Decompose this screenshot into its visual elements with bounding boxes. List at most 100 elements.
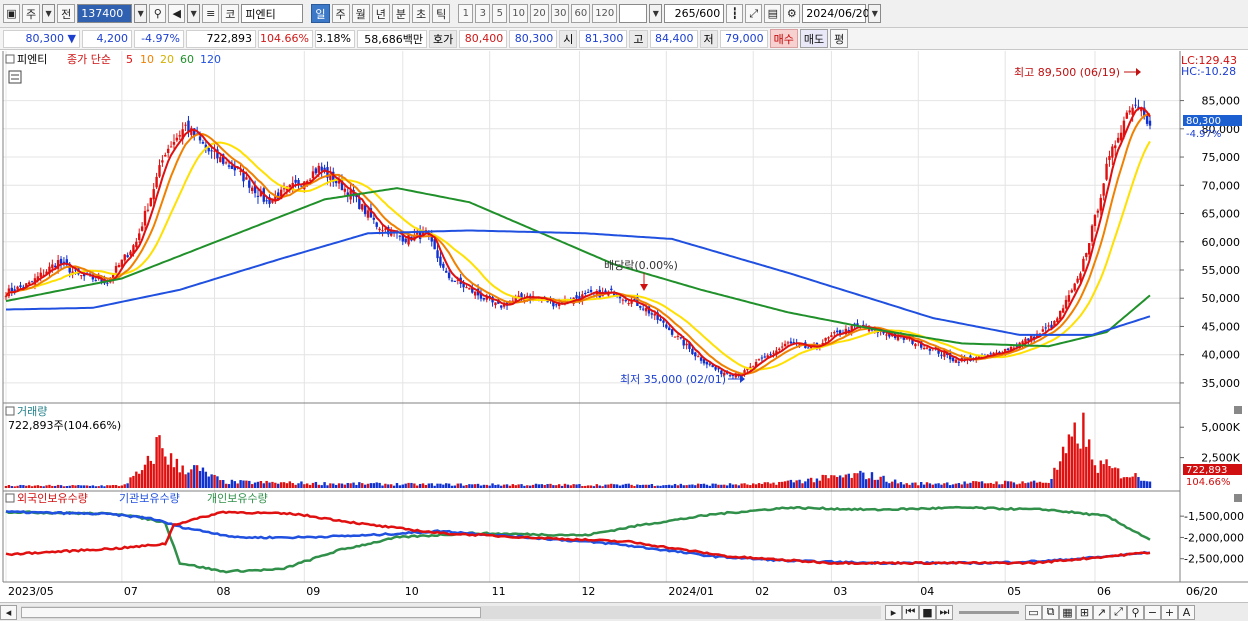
open-value: 81,300 [579, 29, 628, 48]
volume-bar [954, 483, 958, 488]
volume-bar [891, 481, 894, 488]
high-label: 고 [629, 29, 648, 48]
scroll-right-icon[interactable]: ▸ [885, 604, 902, 620]
inst-holding-label: 기관보유수량 [119, 492, 180, 505]
date-input[interactable]: 2024/06/20 [802, 4, 870, 23]
buy-button[interactable]: 매수 [769, 29, 798, 48]
scroll-thumb[interactable] [21, 606, 481, 618]
volume-bar [505, 484, 509, 488]
interval-dropdown-icon[interactable]: ▼ [649, 4, 663, 23]
list-icon[interactable]: ≡ [202, 4, 220, 23]
volume-bar [369, 483, 373, 488]
volume-bar [1111, 468, 1114, 488]
speaker-dropdown-icon[interactable]: ▼ [187, 4, 201, 23]
speaker-icon[interactable]: ◀ [168, 4, 186, 23]
interval-button[interactable]: 20 [529, 4, 549, 23]
volume-bar [627, 483, 630, 488]
volume-bar [164, 456, 167, 488]
interval-button[interactable]: 5 [492, 4, 508, 23]
sell-button[interactable]: 매도 [799, 29, 829, 48]
date-dropdown-icon[interactable]: ▼ [868, 4, 882, 23]
font-icon[interactable]: A [1178, 604, 1195, 620]
volume-bar [204, 471, 208, 488]
candle-type-icon[interactable]: ┇ [726, 4, 744, 23]
tf-min-button[interactable]: 분 [391, 4, 410, 23]
volume-bar [893, 479, 897, 488]
volume-bar [746, 484, 749, 488]
zoom-in-icon[interactable]: + [1161, 604, 1178, 620]
volume-bar [16, 485, 19, 488]
play-forward-icon[interactable]: ⏭ [936, 604, 953, 620]
prev-button[interactable]: 전 [57, 4, 76, 23]
y-tick-label: 2,500K [1201, 452, 1240, 465]
layout-icon[interactable]: ▦ [1059, 604, 1076, 620]
window-icon[interactable]: ▭ [1025, 604, 1042, 620]
save-icon[interactable]: ▤ [764, 4, 782, 23]
quote-bar: 80,300 ▼ 4,200 -4.97% 722,893 104.66% 3.… [0, 28, 1248, 50]
interval-button[interactable]: 30 [550, 4, 570, 23]
gear-icon[interactable]: ⚙ [783, 4, 801, 23]
scroll-track[interactable] [21, 605, 881, 619]
trend-icon[interactable]: ↗ [1093, 604, 1110, 620]
volume-bar [720, 484, 723, 488]
tf-sec-button[interactable]: 초 [412, 4, 431, 23]
volume-bar [833, 475, 836, 488]
copy-icon[interactable]: ⧉ [1042, 604, 1059, 620]
stock-chart[interactable]: 피엔티 종가 단순 5 10 20 60 120 LC:129.43 HC:-1… [0, 51, 1248, 602]
search-icon[interactable]: ⚲ [149, 4, 167, 23]
candle-body [922, 348, 926, 350]
volume-bar [560, 485, 564, 488]
interval-button[interactable]: 1 [458, 4, 474, 23]
interval-button[interactable]: 3 [475, 4, 491, 23]
chart-menu-icon[interactable]: ▣ [3, 4, 20, 23]
candle-body [494, 302, 497, 306]
grid-icon[interactable]: ⊞ [1076, 604, 1093, 620]
code-input[interactable]: 137400 [77, 4, 133, 23]
candle-body [708, 363, 711, 365]
period-dropdown-icon[interactable]: ▼ [42, 4, 56, 23]
volume-bar [410, 482, 413, 488]
bottom-scrollbar[interactable]: ◂ ▸ ⏮ ■ ⏭ ▭ ⧉ ▦ ⊞ ↗ ⤢ ⚲ − + A [0, 602, 1248, 621]
candle-body [265, 200, 268, 202]
tf-tick-button[interactable]: 틱 [432, 4, 451, 23]
volume-bar [818, 480, 822, 488]
volume-bar [1056, 469, 1059, 488]
pane-close-icon[interactable] [1234, 494, 1242, 502]
zoom-slider[interactable] [959, 610, 1019, 614]
market-button[interactable]: 코 [221, 4, 240, 23]
interval-button[interactable]: 120 [592, 4, 618, 23]
candle-body [1082, 258, 1085, 272]
play-back-icon[interactable]: ⏮ [902, 604, 919, 620]
tf-month-button[interactable]: 월 [351, 4, 370, 23]
search-icon[interactable]: ⚲ [1127, 604, 1144, 620]
volume-bar [1041, 482, 1045, 488]
scroll-left-icon[interactable]: ◂ [0, 604, 17, 620]
indicator-icon[interactable]: ⤢ [745, 4, 763, 23]
tf-day-button[interactable]: 일 [311, 4, 330, 23]
volume-bar [462, 485, 465, 488]
candle-body [242, 172, 245, 182]
fibo-icon[interactable]: ⤢ [1110, 604, 1127, 620]
tf-week-button[interactable]: 주 [331, 4, 350, 23]
ma-label: 종가 단순 [67, 53, 111, 66]
count-input[interactable]: 265/600 [664, 4, 725, 23]
stop-icon[interactable]: ■ [919, 604, 936, 620]
period-select[interactable]: 주 [22, 4, 41, 23]
volume-bar [752, 483, 755, 488]
tf-year-button[interactable]: 년 [371, 4, 390, 23]
volume-bar [427, 483, 431, 488]
volume-bar [13, 486, 16, 488]
calculator-icon[interactable] [8, 70, 22, 84]
volume-bar [1006, 481, 1010, 488]
interval-button[interactable]: 60 [571, 4, 591, 23]
zoom-out-icon[interactable]: − [1144, 604, 1161, 620]
candle-body [1079, 273, 1082, 281]
eval-button[interactable]: 평 [830, 29, 849, 48]
volume-bar [227, 484, 231, 488]
interval-button[interactable]: 10 [509, 4, 528, 23]
candle-body [453, 280, 457, 282]
code-dropdown-icon[interactable]: ▼ [134, 4, 148, 23]
volume-bar [873, 479, 877, 488]
pane-close-icon[interactable] [1234, 406, 1242, 414]
interval-custom-input[interactable] [619, 4, 648, 23]
